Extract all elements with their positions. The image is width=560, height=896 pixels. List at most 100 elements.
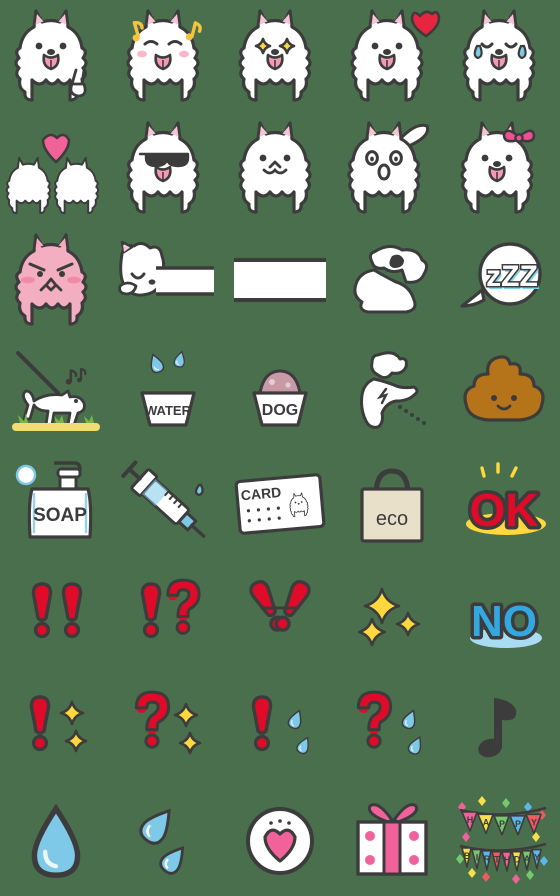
sticker-syringe[interactable] bbox=[112, 448, 224, 560]
dog-pair-in-love-icon bbox=[5, 122, 105, 215]
sticker-dog-pair-in-love[interactable] bbox=[0, 112, 112, 224]
svg-text:D: D bbox=[514, 855, 521, 865]
blank-white-banner-icon bbox=[232, 252, 328, 308]
sticker-music-note[interactable] bbox=[448, 672, 560, 784]
dog-angry-pink-icon bbox=[10, 232, 102, 328]
exclamation-sweat-icon bbox=[238, 687, 322, 769]
svg-text:eco: eco bbox=[376, 508, 408, 530]
sticker-dog-with-heart[interactable] bbox=[336, 0, 448, 112]
sticker-crossed-exclamations[interactable] bbox=[224, 560, 336, 672]
sticker-dog-angry-pink[interactable] bbox=[0, 224, 112, 336]
sticker-question-sweat[interactable] bbox=[336, 672, 448, 784]
sticker-dog-sparkle-eyes[interactable] bbox=[224, 0, 336, 112]
sticker-eco-tote-bag[interactable]: eco bbox=[336, 448, 448, 560]
dog-peeing-icon bbox=[344, 349, 440, 435]
svg-text:zZZ: zZZ bbox=[486, 260, 538, 293]
heart-in-circle-icon bbox=[241, 801, 319, 879]
syringe-icon bbox=[121, 460, 213, 547]
sticker-ok-text[interactable]: OK OK bbox=[448, 448, 560, 560]
music-note-icon bbox=[468, 688, 540, 768]
sticker-dog-pink-ribbon[interactable] bbox=[448, 112, 560, 224]
svg-text:DOG: DOG bbox=[262, 402, 298, 419]
sticker-dog-sleeping-on-sign[interactable] bbox=[112, 224, 224, 336]
dog-with-heart-icon bbox=[346, 8, 441, 104]
sticker-pet-id-card[interactable]: CARD bbox=[224, 448, 336, 560]
sticker-sparkles[interactable] bbox=[336, 560, 448, 672]
sticker-double-exclamation[interactable] bbox=[0, 560, 112, 672]
sticker-question-sparkles[interactable] bbox=[112, 672, 224, 784]
question-sparkles-icon bbox=[124, 687, 212, 769]
ok-text-icon: OK OK bbox=[456, 462, 552, 542]
svg-text:A: A bbox=[524, 854, 531, 864]
exclamation-question-icon bbox=[125, 576, 211, 656]
svg-text:NO: NO bbox=[471, 597, 537, 646]
dog-neutral-face-icon bbox=[234, 120, 326, 216]
sticker-poop-smiling[interactable] bbox=[448, 336, 560, 448]
question-sweat-icon bbox=[348, 687, 436, 769]
svg-text:P: P bbox=[499, 819, 505, 829]
dog-pink-ribbon-icon bbox=[456, 120, 552, 216]
sticker-dog-sunglasses[interactable] bbox=[112, 112, 224, 224]
svg-text:OK: OK bbox=[470, 484, 539, 536]
svg-text:B: B bbox=[464, 851, 471, 861]
sticker-exclamation-sweat[interactable] bbox=[224, 672, 336, 784]
svg-text:SOAP: SOAP bbox=[33, 505, 87, 526]
dog-pooping-icon bbox=[344, 242, 440, 318]
dog-peace-sign-icon bbox=[10, 8, 102, 104]
sticker-dog-peace-sign[interactable] bbox=[0, 0, 112, 112]
svg-text:I: I bbox=[476, 853, 479, 863]
svg-text:P: P bbox=[515, 819, 521, 829]
sticker-no-text[interactable]: NO NO bbox=[448, 560, 560, 672]
svg-text:Y: Y bbox=[531, 817, 537, 827]
crossed-exclamations-icon bbox=[240, 576, 320, 656]
sticker-water-bowl[interactable]: WATER bbox=[112, 336, 224, 448]
sticker-dog-peeing[interactable] bbox=[336, 336, 448, 448]
sweat-droplets-icon bbox=[126, 797, 210, 883]
pet-id-card-icon: CARD bbox=[232, 470, 328, 538]
sticker-exclamation-sparkles[interactable] bbox=[0, 672, 112, 784]
svg-text:WATER: WATER bbox=[145, 403, 192, 418]
sticker-soap-dispenser[interactable]: SOAP bbox=[0, 448, 112, 560]
sticker-dog-neutral-face[interactable] bbox=[224, 112, 336, 224]
sticker-water-droplet[interactable] bbox=[0, 784, 112, 896]
water-bowl-icon: WATER bbox=[122, 349, 214, 435]
eco-tote-bag-icon: eco bbox=[350, 461, 434, 547]
dog-sleeping-on-sign-icon bbox=[118, 240, 218, 318]
gift-box-icon bbox=[348, 798, 436, 882]
sticker-dog-shocked-cowlick[interactable] bbox=[336, 112, 448, 224]
sparkles-icon bbox=[352, 576, 432, 656]
dog-sunglasses-icon bbox=[122, 120, 214, 216]
sticker-dog-food-bowl[interactable]: DOG bbox=[224, 336, 336, 448]
exclamation-sparkles-icon bbox=[14, 687, 98, 769]
sticker-sweat-droplets[interactable] bbox=[112, 784, 224, 896]
sleep-speech-bubble-icon: zZZ zZZ zZZ bbox=[456, 240, 552, 320]
sticker-happy-birthday-bunting[interactable]: HAPPYBIRTHDAY bbox=[448, 784, 560, 896]
sticker-dog-singing-notes[interactable] bbox=[112, 0, 224, 112]
no-text-icon: NO NO bbox=[456, 578, 552, 654]
dog-singing-notes-icon bbox=[122, 8, 214, 104]
dog-sparkle-eyes-icon bbox=[234, 8, 326, 104]
sticker-gift-box[interactable] bbox=[336, 784, 448, 896]
sticker-dog-crying[interactable] bbox=[448, 0, 560, 112]
sticker-blank-white-banner[interactable] bbox=[224, 224, 336, 336]
dog-crying-icon bbox=[458, 8, 550, 104]
dog-walking-on-leash-icon bbox=[6, 347, 106, 437]
sticker-heart-in-circle[interactable] bbox=[224, 784, 336, 896]
sticker-dog-walking-on-leash[interactable] bbox=[0, 336, 112, 448]
water-droplet-icon bbox=[20, 797, 92, 883]
dog-shocked-cowlick-icon bbox=[343, 120, 441, 216]
emoji-sticker-grid: zZZ zZZ zZZ WATER DOG SOAP CARD eco OK OK NO NO H A P P… bbox=[0, 0, 560, 896]
svg-text:T: T bbox=[494, 855, 500, 865]
soap-dispenser-icon: SOAP bbox=[10, 459, 102, 549]
sticker-dog-pooping[interactable] bbox=[336, 224, 448, 336]
svg-text:Y: Y bbox=[534, 853, 540, 863]
sticker-sleep-speech-bubble[interactable]: zZZ zZZ zZZ bbox=[448, 224, 560, 336]
happy-birthday-bunting-icon: HAPPYBIRTHDAY bbox=[456, 792, 552, 888]
poop-smiling-icon bbox=[462, 354, 546, 430]
dog-food-bowl-icon: DOG bbox=[234, 349, 326, 435]
svg-text:R: R bbox=[484, 854, 491, 864]
double-exclamation-icon bbox=[16, 576, 96, 656]
sticker-exclamation-question[interactable] bbox=[112, 560, 224, 672]
svg-text:H: H bbox=[504, 855, 511, 865]
svg-text:A: A bbox=[483, 817, 490, 827]
